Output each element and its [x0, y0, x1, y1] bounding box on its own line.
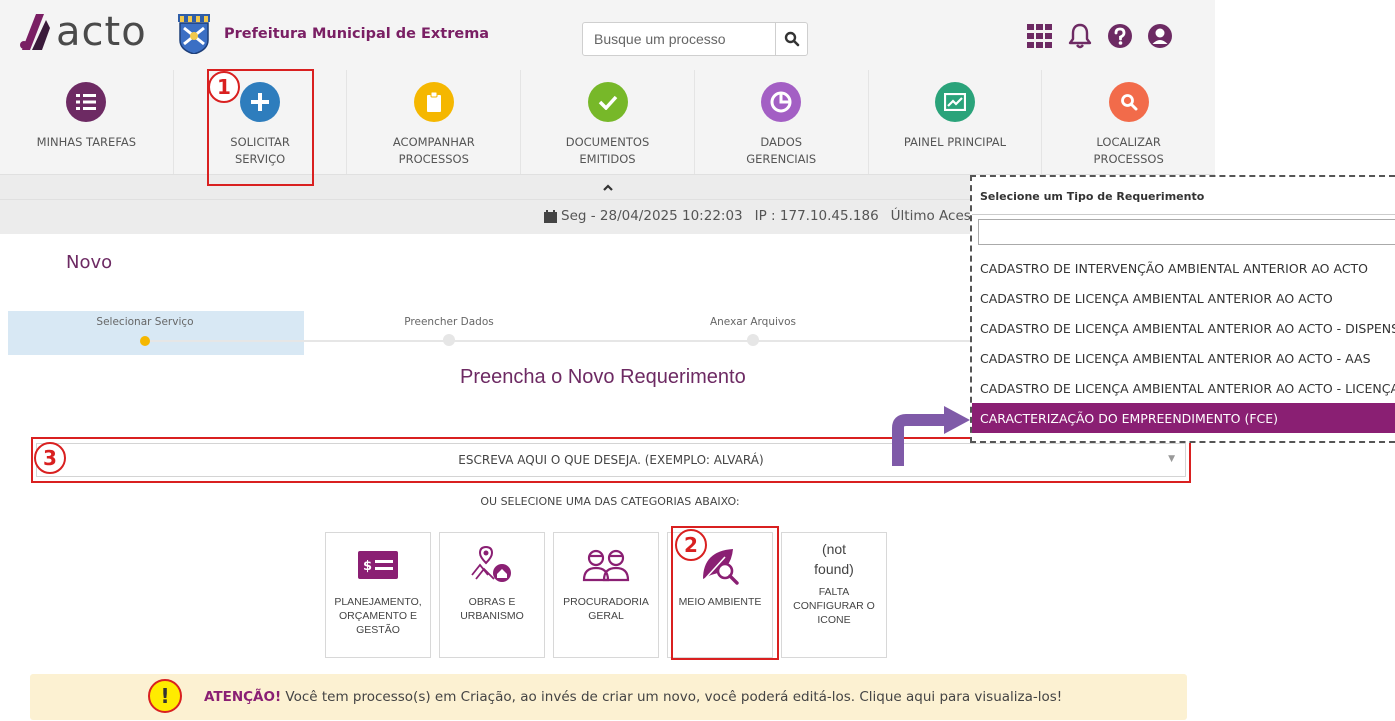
nav-item-acompanhar-processos[interactable]: ACOMPANHAR PROCESSOS [347, 70, 522, 174]
dropdown-option[interactable]: CADASTRO DE LICENÇA AMBIENTAL ANTERIOR A… [972, 313, 1395, 343]
nav-label: PAINEL PRINCIPAL [903, 135, 1007, 149]
search-icon [784, 31, 799, 47]
annotation-badge-2: 2 [675, 529, 707, 561]
or-select-text: OU SELECIONE UMA DAS CATEGORIAS ABAIXO: [480, 495, 740, 508]
crest-icon [178, 14, 210, 54]
nav-label: DOCUMENTOS EMITIDOS [565, 135, 650, 166]
callout-arrow-icon [892, 406, 970, 466]
nav-item-painel-principal[interactable]: PAINEL PRINCIPAL [869, 70, 1043, 174]
dropdown-option[interactable]: CARACTERIZAÇÃO DO EMPREENDIMENTO (FCE) [972, 403, 1395, 433]
pie-chart-icon [761, 82, 802, 122]
process-search [582, 22, 808, 56]
main-nav: MINHAS TAREFAS SOLICITAR SERVIÇO ACOMPANHA… [0, 70, 1215, 174]
annotation-badge-3: 3 [34, 442, 66, 474]
nav-label: DADOS GERENCIAIS [746, 135, 817, 166]
dropdown-option[interactable]: CADASTRO DE INTERVENÇÃO AMBIENTAL ANTERI… [972, 253, 1395, 283]
nav-item-documentos-emitidos[interactable]: DOCUMENTOS EMITIDOS [521, 70, 695, 174]
session-info: Seg - 28/04/2025 10:22:03 IP : 177.10.45… [544, 208, 986, 224]
annotation-box-3: ESCREVA AQUI O QUE DESEJA. (EXEMPLO: ALV… [31, 437, 1191, 483]
app-window: acto Prefeitura Municipal de Extrema Bus… [0, 0, 1395, 721]
clipboard-icon [413, 82, 454, 122]
help-icon [1108, 24, 1132, 48]
step-selecionar-servico[interactable]: Selecionar Serviço [45, 311, 245, 346]
step-dot [443, 334, 455, 346]
category-label: FALTA CONFIGURAR O ICONE [793, 586, 875, 626]
step-label: Anexar Arquivos [709, 316, 797, 328]
dropdown-option[interactable]: CADASTRO DE LICENÇA AMBIENTAL ANTERIOR A… [972, 283, 1395, 313]
nav-label: LOCALIZAR PROCESSOS [1093, 135, 1164, 166]
search-input[interactable] [583, 23, 775, 55]
category-label: PROCURADORIA GERAL [563, 596, 649, 622]
category-procuradoria[interactable]: PROCURADORIA GERAL [553, 532, 659, 658]
top-header: acto Prefeitura Municipal de Extrema [0, 0, 1215, 70]
category-label: PLANEJAMENTO, ORÇAMENTO E GESTÃO [334, 596, 422, 636]
step-anexar-arquivos[interactable]: Anexar Arquivos [653, 311, 853, 346]
dropdown-header: Selecione um Tipo de Requerimento [972, 177, 1395, 215]
nav-item-localizar-processos[interactable]: LOCALIZAR PROCESSOS [1042, 70, 1215, 174]
search-icon [1108, 82, 1149, 122]
category-label: OBRAS E URBANISMO [460, 596, 524, 622]
category-cards: $ PLANEJAMENTO, ORÇAMENTO E GESTÃO OBRAS… [325, 532, 887, 658]
check-icon [587, 82, 628, 122]
page-title: Novo [66, 252, 113, 273]
org-identity: Prefeitura Municipal de Extrema [174, 14, 489, 54]
user-menu-button[interactable] [1146, 22, 1174, 50]
drafts-alert[interactable]: ! ATENÇÃO! Você tem processo(s) em Criaç… [30, 674, 1187, 720]
category-falta-configurar[interactable]: (not found) FALTA CONFIGURAR O ICONE [781, 532, 887, 658]
acto-logo[interactable]: acto [18, 12, 147, 52]
datetime-text: Seg - 28/04/2025 10:22:03 [561, 208, 743, 224]
bell-icon [1068, 23, 1092, 49]
caret-down-icon: ▼ [1168, 454, 1175, 464]
annotation-badge-1: 1 [208, 71, 240, 103]
ip-text: IP : 177.10.45.186 [754, 208, 879, 224]
help-button[interactable] [1106, 22, 1134, 50]
step-preencher-dados[interactable]: Preencher Dados [349, 311, 549, 346]
search-button[interactable] [775, 23, 807, 55]
step-dot [747, 334, 759, 346]
alert-bold: ATENÇÃO! [204, 689, 282, 705]
dropdown-option[interactable]: CADASTRO DE LICENÇA AMBIENTAL ANTERIOR A… [972, 373, 1395, 403]
warning-icon: ! [148, 679, 182, 713]
category-planejamento[interactable]: $ PLANEJAMENTO, ORÇAMENTO E GESTÃO [325, 532, 431, 658]
apps-grid-icon [1027, 24, 1052, 48]
acto-logo-icon [20, 14, 50, 50]
lawyers-icon [582, 539, 630, 591]
user-icon [1148, 24, 1172, 48]
dropdown-option[interactable]: CADASTRO DE LICENÇA AMBIENTAL ANTERIOR A… [972, 343, 1395, 373]
line-chart-icon [934, 82, 975, 122]
calendar-icon [544, 209, 557, 223]
service-select[interactable]: ESCREVA AQUI O QUE DESEJA. (EXEMPLO: ALV… [36, 443, 1186, 477]
dropdown-options: CADASTRO DE INTERVENÇÃO AMBIENTAL ANTERI… [972, 253, 1395, 433]
nav-label: MINHAS TAREFAS [36, 135, 137, 149]
step-dot [140, 336, 150, 346]
nav-label: ACOMPANHAR PROCESSOS [392, 135, 475, 166]
category-obras[interactable]: OBRAS E URBANISMO [439, 532, 545, 658]
tasks-list-icon [66, 82, 107, 122]
logo-text: acto [56, 9, 147, 55]
nav-item-dados-gerenciais[interactable]: DADOS GERENCIAIS [695, 70, 869, 174]
chevron-up-icon [602, 184, 613, 191]
notifications-button[interactable] [1066, 22, 1094, 50]
alert-message: Você tem processo(s) em Criação, ao invé… [281, 689, 1063, 705]
dropdown-search-input[interactable] [978, 219, 1395, 245]
form-subtitle: Preencha o Novo Requerimento [460, 366, 746, 388]
select-placeholder: ESCREVA AQUI O QUE DESEJA. (EXEMPLO: ALV… [458, 453, 764, 467]
city-map-icon [470, 539, 514, 591]
org-name: Prefeitura Municipal de Extrema [224, 26, 490, 42]
missing-icon-text: (not found) [814, 541, 854, 577]
alert-text: ATENÇÃO! Você tem processo(s) em Criação… [204, 689, 1062, 705]
step-label: Selecionar Serviço [96, 316, 194, 328]
money-bill-icon: $ [358, 539, 398, 591]
nav-item-minhas-tarefas[interactable]: MINHAS TAREFAS [0, 70, 174, 174]
svg-text:$: $ [363, 559, 372, 574]
header-actions [1026, 22, 1174, 50]
apps-grid-button[interactable] [1026, 22, 1054, 50]
requirement-type-dropdown: Selecione um Tipo de Requerimento CADAST… [970, 175, 1395, 443]
step-label: Preencher Dados [404, 316, 494, 328]
